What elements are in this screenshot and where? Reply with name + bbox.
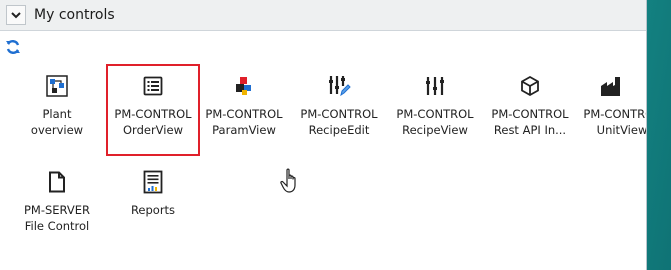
refresh-button[interactable] — [4, 38, 22, 56]
hand-cursor-icon — [280, 168, 302, 198]
tile-reports[interactable]: Reports — [106, 160, 200, 252]
plant-overview-icon — [43, 72, 71, 100]
collapse-toggle[interactable] — [6, 5, 26, 25]
tile-pm-control-unitview[interactable]: PM-CONTROLUnitView — [578, 64, 646, 156]
report-icon — [139, 168, 167, 196]
tile-label: PM-SERVER File Control — [23, 203, 91, 233]
tile-pm-control-paramview[interactable]: PM-CONTROL ParamView — [197, 64, 291, 156]
tile-label: PM-CONTROL Rest API In... — [491, 107, 569, 137]
panel-title: My controls — [34, 7, 115, 23]
tile-label: PM-CONTROL OrderView — [114, 107, 192, 137]
tile-label: PM-CONTROL RecipeEdit — [300, 107, 378, 137]
tile-pm-control-orderview[interactable]: PM-CONTROL OrderView — [106, 64, 200, 156]
refresh-icon — [6, 40, 20, 54]
order-list-icon — [139, 72, 167, 100]
tile-pm-control-rest-api[interactable]: PM-CONTROL Rest API In... — [483, 64, 577, 156]
tile-label: PM-CONTROL RecipeView — [396, 107, 474, 137]
file-icon — [43, 168, 71, 196]
panel-header: My controls — [0, 0, 646, 31]
tile-label: Plant overview — [30, 107, 84, 137]
tile-pm-control-recipeedit[interactable]: PM-CONTROL RecipeEdit — [292, 64, 386, 156]
factory-icon — [598, 72, 626, 100]
tile-label: PM-CONTROL ParamView — [205, 107, 283, 137]
tile-label: Reports — [130, 203, 176, 217]
tile-label: PM-CONTROLUnitView — [583, 107, 646, 137]
tile-pm-server-file-control[interactable]: PM-SERVER File Control — [10, 160, 104, 252]
recipe-sliders-icon — [421, 72, 449, 100]
tile-pm-control-recipeview[interactable]: PM-CONTROL RecipeView — [388, 64, 482, 156]
my-controls-panel: My controls Plant overview PM-CONTROL Or… — [0, 0, 647, 270]
param-blocks-icon — [230, 72, 258, 100]
recipe-edit-icon — [325, 72, 353, 100]
chevron-down-icon — [11, 12, 21, 19]
tile-plant-overview[interactable]: Plant overview — [10, 64, 104, 156]
cube-icon — [516, 72, 544, 100]
